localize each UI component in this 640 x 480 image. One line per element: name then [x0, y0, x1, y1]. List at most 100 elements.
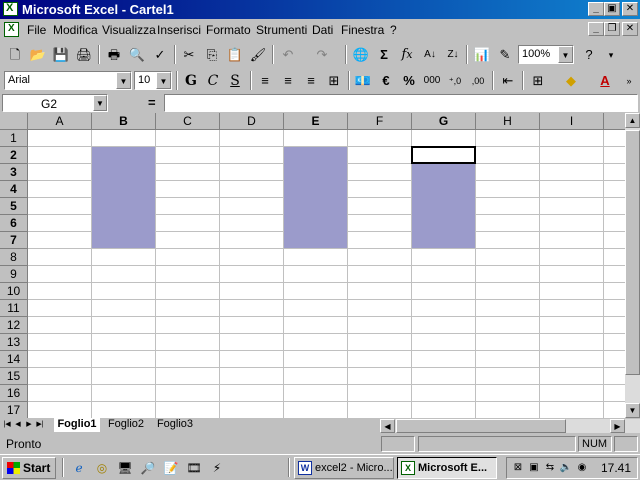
select-all-corner[interactable]	[0, 113, 28, 130]
decrease-indent-icon[interactable]: ⇤	[497, 70, 519, 92]
sort-ascending-icon[interactable]: A↓	[419, 44, 441, 66]
column-header-h[interactable]: H	[476, 113, 540, 130]
task-button-excel2[interactable]: W excel2 - Micro...	[294, 457, 394, 479]
row-header-4[interactable]: 4	[0, 181, 28, 198]
column-header-a[interactable]: A	[28, 113, 92, 130]
chart-wizard-icon[interactable]: 📊	[471, 44, 493, 66]
hyperlink-icon[interactable]: 🌐	[350, 44, 372, 66]
menu-inserisci[interactable]: Inserisci	[157, 23, 201, 37]
formula-input[interactable]	[164, 94, 638, 112]
percent-button[interactable]: %	[398, 70, 420, 92]
underline-button[interactable]: S	[224, 70, 246, 92]
row-header-12[interactable]: 12	[0, 317, 28, 334]
drawing-icon[interactable]: ✎	[494, 44, 516, 66]
column-header-b[interactable]: B	[92, 113, 156, 130]
tool-icon[interactable]: ⚡	[208, 459, 226, 477]
row-header-1[interactable]: 1	[0, 130, 28, 147]
menu-visualizza[interactable]: Visualizza	[102, 23, 156, 37]
redo-icon[interactable]: ↷	[311, 44, 333, 66]
italic-button[interactable]: C	[202, 70, 224, 92]
chevron-down-icon[interactable]: ▼	[93, 95, 107, 111]
start-button[interactable]: Start	[2, 457, 56, 479]
function-icon[interactable]: fx	[396, 44, 418, 66]
row-header-15[interactable]: 15	[0, 368, 28, 385]
chevron-down-icon[interactable]: ▼	[116, 72, 131, 89]
column-header-f[interactable]: F	[348, 113, 412, 130]
row-header-13[interactable]: 13	[0, 334, 28, 351]
row-header-9[interactable]: 9	[0, 266, 28, 283]
name-box[interactable]: G2 ▼	[2, 94, 108, 112]
align-right-icon[interactable]: ≡	[300, 70, 322, 92]
menu-formato[interactable]: Formato	[206, 23, 251, 37]
column-header-d[interactable]: D	[220, 113, 284, 130]
doc-close-button[interactable]: ✕	[622, 22, 638, 36]
network-icon[interactable]: ⇆	[543, 461, 557, 475]
selected-range-b[interactable]	[92, 147, 155, 248]
sheet-tab-foglio2[interactable]: Foglio2	[103, 418, 149, 432]
row-header-16[interactable]: 16	[0, 385, 28, 402]
font-size-select[interactable]: 10 ▼	[134, 71, 172, 90]
vertical-scrollbar[interactable]: ▲ ▼	[625, 113, 640, 418]
horizontal-scrollbar[interactable]: ◀ ▶	[380, 419, 640, 433]
currency-icon[interactable]: 💶	[352, 70, 374, 92]
thousands-button[interactable]: 000	[421, 70, 443, 92]
scroll-left-icon[interactable]: ◀	[380, 419, 395, 433]
scroll-right-icon[interactable]: ▶	[610, 419, 625, 433]
open-icon[interactable]: 📂	[27, 44, 49, 66]
internet-explorer-icon[interactable]: ℯ	[70, 459, 88, 477]
scroll-up-icon[interactable]: ▲	[625, 113, 640, 128]
outlook-express-icon[interactable]: ◎	[93, 459, 111, 477]
notepad-icon[interactable]: 📝	[162, 459, 180, 477]
menu-finestra[interactable]: Finestra	[341, 23, 384, 37]
save-icon[interactable]: 💾	[50, 44, 72, 66]
menu-file[interactable]: File	[27, 23, 46, 37]
equals-sign[interactable]: =	[148, 95, 156, 110]
scroll-thumb[interactable]	[396, 419, 566, 433]
menu-help[interactable]: ?	[390, 23, 397, 37]
spelling-icon[interactable]: ✓	[149, 44, 171, 66]
scroll-thumb[interactable]	[625, 130, 640, 375]
format-painter-icon[interactable]: 🖌	[247, 44, 269, 66]
undo-icon[interactable]: ↶	[277, 44, 299, 66]
paste-icon[interactable]: 📋	[224, 44, 246, 66]
help-icon[interactable]: ?	[578, 44, 600, 66]
column-header-e[interactable]: E	[284, 113, 348, 130]
next-sheet-icon[interactable]: ▶	[24, 419, 34, 432]
chevron-down-icon[interactable]: ▼	[558, 46, 573, 63]
column-header-g[interactable]: G	[412, 113, 476, 130]
more-buttons-icon[interactable]: »	[622, 70, 636, 92]
increase-decimal-button[interactable]: ⁺,0	[444, 70, 466, 92]
chevron-down-icon[interactable]: ▼	[156, 72, 171, 89]
doc-minimize-button[interactable]: _	[588, 22, 604, 36]
align-left-icon[interactable]: ≡	[254, 70, 276, 92]
align-center-icon[interactable]: ≡	[277, 70, 299, 92]
copy-icon[interactable]: ⎘	[201, 44, 223, 66]
row-header-14[interactable]: 14	[0, 351, 28, 368]
workbook-icon[interactable]	[4, 22, 19, 37]
decrease-decimal-button[interactable]: ,00	[467, 70, 489, 92]
last-sheet-icon[interactable]: ▶|	[35, 419, 45, 432]
scroll-down-icon[interactable]: ▼	[625, 403, 640, 418]
column-header-c[interactable]: C	[156, 113, 220, 130]
row-header-10[interactable]: 10	[0, 283, 28, 300]
row-header-3[interactable]: 3	[0, 164, 28, 181]
maximize-button[interactable]: ▣	[604, 2, 620, 16]
new-icon[interactable]: 🗋	[4, 44, 26, 66]
show-desktop-icon[interactable]: 🖥	[116, 459, 134, 477]
menu-modifica[interactable]: Modifica	[53, 23, 98, 37]
prev-sheet-icon[interactable]: ◀	[13, 419, 23, 432]
row-header-2[interactable]: 2	[0, 147, 28, 164]
column-header-i[interactable]: I	[540, 113, 604, 130]
worksheet-grid[interactable]: A B C D E F G H I 1 2 3 4 5 6 7 8 9 10 11 12 13 14 15 16 17	[0, 113, 625, 418]
borders-icon[interactable]: ⊞	[527, 70, 549, 92]
print-icon[interactable]: 🖶	[103, 44, 125, 66]
selected-range-e[interactable]	[284, 147, 347, 248]
tray-app-icon[interactable]: ▣	[527, 461, 541, 475]
explorer-icon[interactable]: 🔎	[139, 459, 157, 477]
row-header-6[interactable]: 6	[0, 215, 28, 232]
menu-dati[interactable]: Dati	[312, 23, 333, 37]
preview-icon[interactable]: 🔍	[126, 44, 148, 66]
autosum-icon[interactable]: Σ	[373, 44, 395, 66]
row-header-17[interactable]: 17	[0, 402, 28, 418]
task-button-excel[interactable]: X Microsoft E...	[397, 457, 497, 479]
